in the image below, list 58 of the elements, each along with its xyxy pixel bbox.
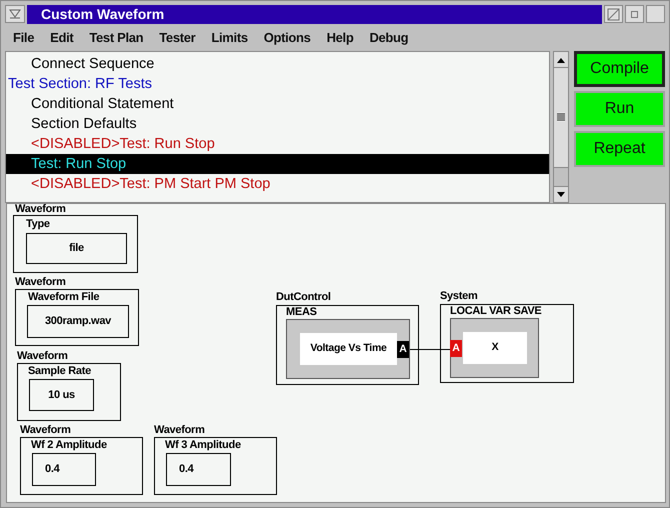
menu-item[interactable]: Limits bbox=[203, 28, 256, 48]
parameter-node[interactable]: Sample Rate 10 us bbox=[17, 363, 121, 421]
sequence-item[interactable]: Conditional Statement bbox=[6, 94, 550, 114]
port-tab[interactable]: A bbox=[397, 341, 409, 358]
menu-item[interactable]: Test Plan bbox=[81, 28, 152, 48]
parameter-label: Wf 3 Amplitude bbox=[165, 440, 241, 451]
parameter-label: Waveform File bbox=[28, 292, 100, 303]
menu-item[interactable]: Help bbox=[318, 28, 362, 48]
value-field[interactable]: 10 us bbox=[29, 379, 94, 411]
maximize-icon[interactable] bbox=[625, 5, 644, 23]
group-label: Waveform bbox=[17, 351, 68, 362]
group-label: DutControl bbox=[276, 292, 331, 303]
block-label: LOCAL VAR SAVE bbox=[450, 306, 542, 317]
sequence-item[interactable]: <DISABLED>Test: Run Stop bbox=[6, 134, 550, 154]
scroll-down-icon[interactable] bbox=[557, 192, 566, 198]
port-tab[interactable]: A bbox=[450, 340, 462, 357]
window-title: Custom Waveform bbox=[27, 4, 602, 24]
action-button[interactable]: Run bbox=[574, 91, 665, 127]
block-label: MEAS bbox=[286, 307, 317, 318]
menu-item[interactable]: File bbox=[5, 28, 42, 48]
group-label: Waveform bbox=[15, 204, 66, 215]
sequence-item[interactable]: <DISABLED>Test: PM Start PM Stop bbox=[6, 174, 550, 194]
parameter-label: Sample Rate bbox=[28, 366, 92, 377]
menu-item[interactable]: Tester bbox=[151, 28, 204, 48]
minimize-icon[interactable] bbox=[604, 5, 623, 23]
parameter-node[interactable]: Wf 2 Amplitude 0.4 bbox=[20, 437, 143, 495]
block-node[interactable]: LOCAL VAR SAVE A X bbox=[440, 304, 574, 383]
sequence-item[interactable]: Test Section: RF Tests bbox=[6, 74, 550, 94]
action-button[interactable]: Compile bbox=[574, 51, 665, 87]
sequence-item[interactable]: Test: Run Stop bbox=[6, 154, 550, 174]
action-button[interactable]: Repeat bbox=[574, 131, 665, 167]
parameter-node[interactable]: Waveform File 300ramp.wav bbox=[15, 289, 139, 346]
block-title: X bbox=[463, 332, 527, 364]
connector-line bbox=[410, 348, 452, 351]
scroll-thumb-grip-icon[interactable] bbox=[557, 113, 566, 122]
parameter-label: Type bbox=[26, 219, 50, 230]
scroll-up-icon[interactable] bbox=[557, 56, 566, 62]
parameter-label: Wf 2 Amplitude bbox=[31, 440, 107, 451]
menu-item[interactable]: Options bbox=[256, 28, 319, 48]
scrollbar[interactable] bbox=[553, 51, 569, 203]
group-label: Waveform bbox=[15, 277, 66, 288]
block-title: Voltage Vs Time bbox=[300, 333, 397, 365]
group-label: System bbox=[440, 291, 478, 302]
value-field[interactable]: file bbox=[26, 233, 127, 264]
parameter-node[interactable]: Type file bbox=[13, 215, 138, 273]
window-menu-icon[interactable] bbox=[5, 5, 25, 23]
value-field[interactable]: 0.4 bbox=[166, 453, 231, 486]
value-field[interactable]: 0.4 bbox=[32, 453, 96, 486]
value-field[interactable]: 300ramp.wav bbox=[27, 305, 129, 338]
group-label: Waveform bbox=[20, 425, 71, 436]
sequence-item[interactable]: Section Defaults bbox=[6, 114, 550, 134]
parameter-node[interactable]: Wf 3 Amplitude 0.4 bbox=[154, 437, 277, 495]
menu-item[interactable]: Edit bbox=[42, 28, 82, 48]
menu-item[interactable]: Debug bbox=[361, 28, 416, 48]
group-label: Waveform bbox=[154, 425, 205, 436]
block-node[interactable]: MEAS Voltage Vs Time A bbox=[276, 305, 419, 385]
sequence-item[interactable]: Connect Sequence bbox=[6, 54, 550, 74]
close-icon[interactable] bbox=[646, 5, 665, 23]
